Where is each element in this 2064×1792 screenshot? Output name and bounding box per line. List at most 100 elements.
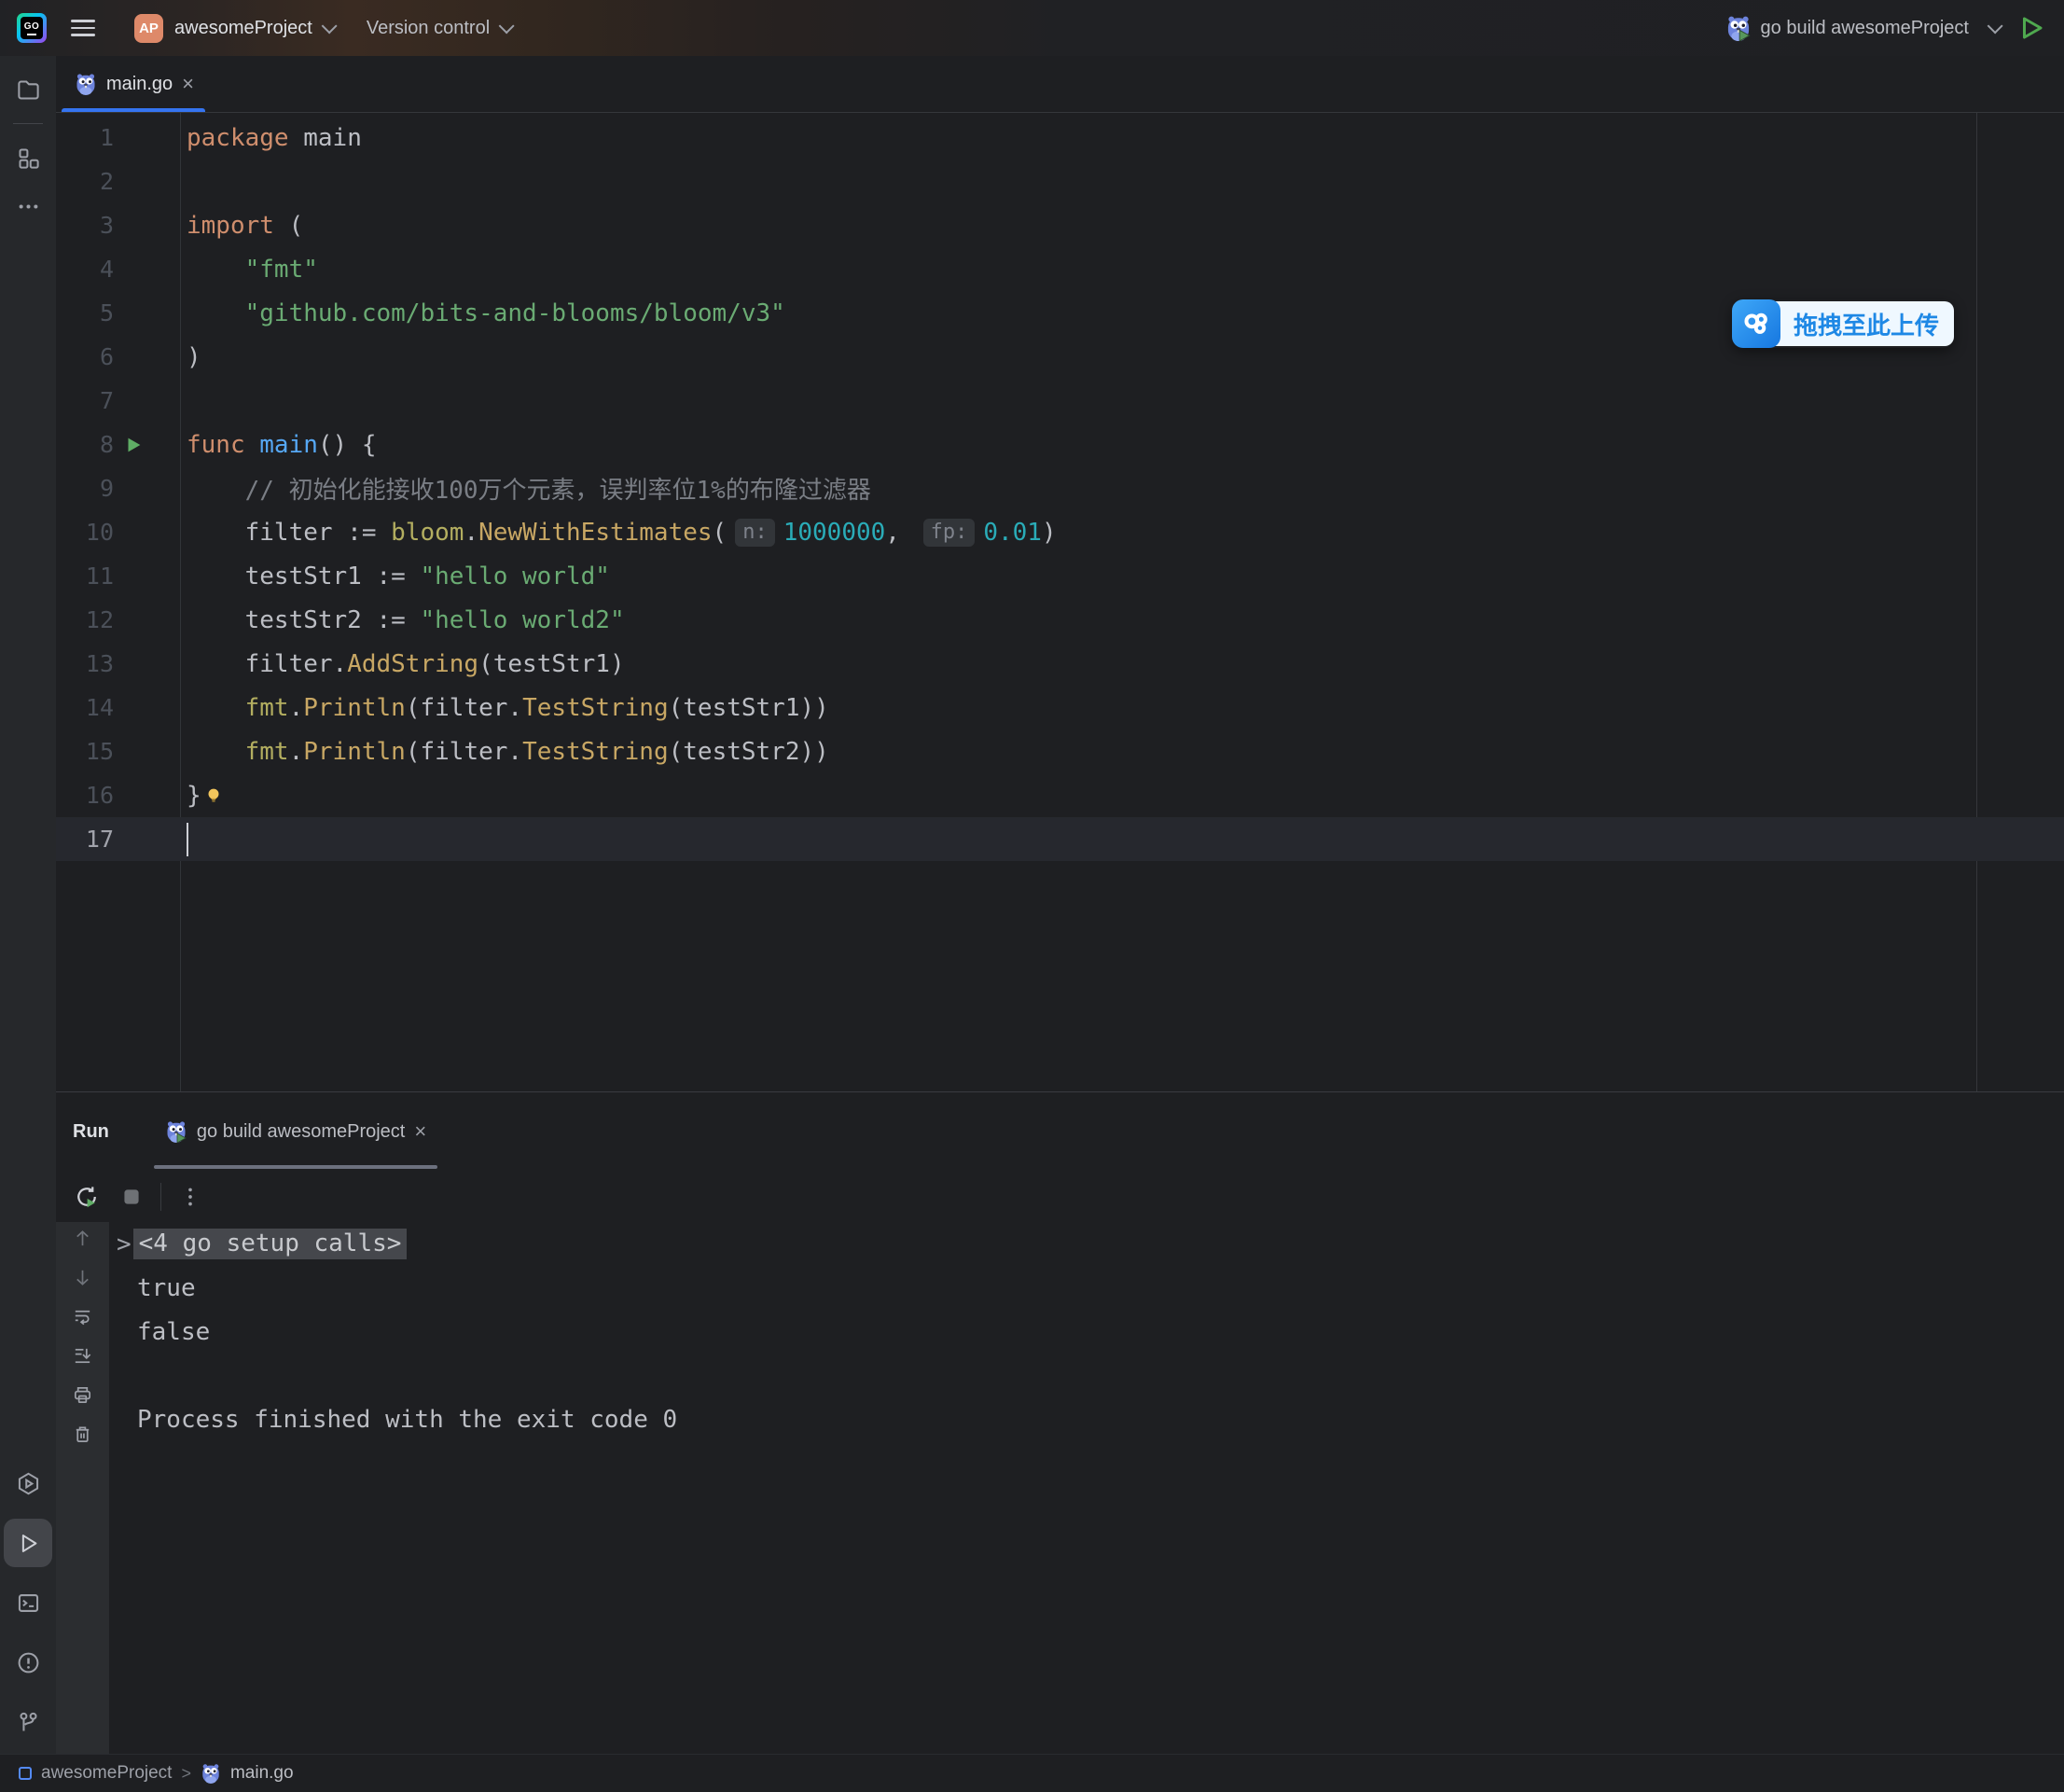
code-text <box>187 823 188 856</box>
code-text: testStr1 := "hello world" <box>187 563 610 590</box>
code-text: fmt.Println(filter.TestString(testStr1)) <box>187 694 829 722</box>
run-toolbar <box>56 1171 2064 1222</box>
active-tab-indicator <box>62 108 205 112</box>
line-number: 3 <box>56 212 114 239</box>
line-number: 17 <box>56 826 114 853</box>
run-panel-header: Run go build awesomeProject × <box>56 1092 2064 1171</box>
code-text: // 初始化能接收100万个元素，误判率位1%的布隆过滤器 <box>187 471 871 506</box>
run-panel-title: Run <box>73 1121 109 1143</box>
stop-icon[interactable] <box>116 1181 147 1213</box>
problems-icon[interactable] <box>4 1638 52 1687</box>
run-line-icon[interactable] <box>123 435 144 455</box>
folded-region[interactable]: <4 go setup calls> <box>133 1229 408 1259</box>
run-tab[interactable]: go build awesomeProject × <box>154 1092 437 1171</box>
console-toolbar <box>56 1222 109 1754</box>
code-line-11[interactable]: 11 testStr1 := "hello world" <box>56 554 2064 598</box>
console-line: true <box>117 1266 2064 1310</box>
line-number: 6 <box>56 343 114 370</box>
code-line-17[interactable]: 17 <box>56 817 2064 861</box>
run-tab-close-icon[interactable]: × <box>414 1121 426 1142</box>
more-options-icon[interactable] <box>174 1181 206 1213</box>
clear-all-icon[interactable] <box>72 1424 93 1445</box>
drag-upload-label: 拖拽至此上传 <box>1771 301 1954 346</box>
code-line-9[interactable]: 9 // 初始化能接收100万个元素，误判率位1%的布隆过滤器 <box>56 466 2064 510</box>
goland-logo-icon: GO <box>17 13 47 43</box>
active-run-tab-indicator <box>154 1165 437 1169</box>
line-number: 12 <box>56 606 114 633</box>
line-number: 14 <box>56 694 114 721</box>
gutter-marker-area <box>114 435 187 455</box>
console-line <box>117 1354 2064 1397</box>
rerun-icon[interactable] <box>71 1181 103 1213</box>
module-icon <box>19 1767 32 1780</box>
run-button[interactable] <box>2017 14 2045 42</box>
code-editor[interactable]: 1 package main 2 3 import ( 4 "fmt" 5 "github.… <box>56 113 2064 1091</box>
code-line-16[interactable]: 16} <box>56 773 2064 817</box>
line-number: 15 <box>56 738 114 765</box>
status-bar: awesomeProject > main.go <box>0 1754 2064 1792</box>
line-number: 16 <box>56 782 114 809</box>
divider <box>13 123 43 124</box>
more-tool-windows-icon[interactable] <box>4 182 52 230</box>
version-control-branch-icon[interactable] <box>4 1698 52 1746</box>
intention-bulb-icon[interactable] <box>203 785 224 806</box>
code-line-15[interactable]: 15 fmt.Println(filter.TestString(testStr… <box>56 729 2064 773</box>
code-text: "github.com/bits-and-blooms/bloom/v3" <box>187 299 785 327</box>
main-toolbar: GO AP awesomeProject Version control go … <box>0 0 2064 56</box>
go-run-config-icon <box>1725 15 1752 41</box>
scroll-to-end-icon[interactable] <box>72 1345 93 1367</box>
parameter-hint: fp: <box>923 519 976 547</box>
code-line-3[interactable]: 3 import ( <box>56 203 2064 247</box>
project-folder-icon[interactable] <box>4 65 52 114</box>
drag-upload-badge[interactable]: 拖拽至此上传 <box>1732 299 1954 348</box>
tab-label: main.go <box>106 74 173 95</box>
line-number: 5 <box>56 299 114 326</box>
project-widget[interactable]: awesomeProject <box>174 18 312 39</box>
down-icon[interactable] <box>72 1267 93 1288</box>
run-config-name: go build awesomeProject <box>1761 18 1969 39</box>
line-number: 10 <box>56 519 114 546</box>
run-tool-window-icon[interactable] <box>4 1519 52 1567</box>
structure-icon[interactable] <box>4 133 52 182</box>
code-text: filter := bloom.NewWithEstimates(n:10000… <box>187 519 1057 547</box>
chevron-down-icon <box>1988 18 2003 34</box>
code-line-4[interactable]: 4 "fmt" <box>56 247 2064 291</box>
code-line-12[interactable]: 12 testStr2 := "hello world2" <box>56 598 2064 642</box>
code-line-13[interactable]: 13 filter.AddString(testStr1) <box>56 642 2064 686</box>
soft-wrap-icon[interactable] <box>72 1306 93 1327</box>
parameter-hint: n: <box>735 519 775 547</box>
tab-close-icon[interactable]: × <box>182 74 194 94</box>
code-line-1[interactable]: 1 package main <box>56 116 2064 160</box>
code-text: import ( <box>187 212 303 240</box>
tool-window-rail <box>0 56 56 1754</box>
code-text: func main() { <box>187 431 377 459</box>
code-line-14[interactable]: 14 fmt.Println(filter.TestString(testStr… <box>56 686 2064 729</box>
code-text: fmt.Println(filter.TestString(testStr2)) <box>187 738 829 766</box>
go-run-config-icon <box>165 1120 187 1143</box>
code-text: } <box>187 782 224 810</box>
console-line: ><4 go setup calls> <box>117 1222 2064 1266</box>
line-number: 11 <box>56 563 114 590</box>
code-line-10[interactable]: 10 filter := bloom.NewWithEstimates(n:10… <box>56 510 2064 554</box>
fold-chevron-icon[interactable]: > <box>117 1230 132 1258</box>
code-text: "fmt" <box>187 256 318 284</box>
project-avatar[interactable]: AP <box>134 14 163 43</box>
terminal-icon[interactable] <box>4 1578 52 1627</box>
code-line-7[interactable]: 7 <box>56 379 2064 423</box>
version-control-widget[interactable]: Version control <box>367 18 490 39</box>
tab-main-go[interactable]: main.go × <box>56 56 211 112</box>
baidu-netdisk-cloud-icon <box>1732 299 1780 348</box>
services-icon[interactable] <box>4 1459 52 1507</box>
main-menu-icon[interactable] <box>71 20 95 36</box>
line-number: 1 <box>56 124 114 151</box>
code-line-2[interactable]: 2 <box>56 160 2064 203</box>
code-text: package main <box>187 124 362 152</box>
go-file-icon <box>201 1763 221 1784</box>
breadcrumb-file[interactable]: main.go <box>230 1763 294 1784</box>
breadcrumb-project[interactable]: awesomeProject <box>41 1763 172 1784</box>
run-configuration-widget[interactable]: go build awesomeProject <box>1725 15 1999 41</box>
code-line-8[interactable]: 8func main() { <box>56 423 2064 466</box>
up-icon[interactable] <box>72 1228 93 1249</box>
print-icon[interactable] <box>72 1384 93 1406</box>
line-number: 13 <box>56 650 114 677</box>
